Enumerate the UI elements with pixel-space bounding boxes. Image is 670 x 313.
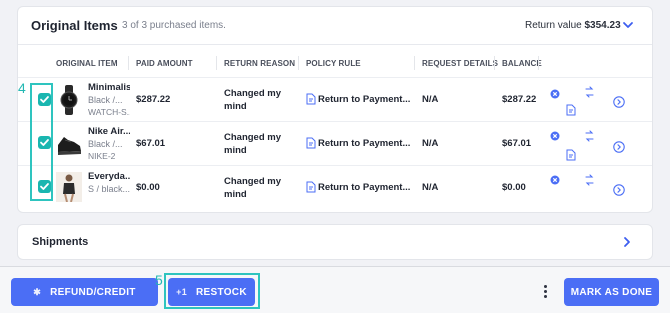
column-separator — [216, 56, 217, 70]
policy-rule-link[interactable]: Return to Payment... — [318, 138, 410, 149]
product-thumbnail-sneaker — [58, 137, 81, 155]
chevron-down-icon[interactable] — [620, 17, 636, 33]
product-thumbnail-watch — [60, 85, 78, 115]
return-value-amount: $354.23 — [584, 20, 621, 31]
refund-credit-button[interactable]: ✱ REFUND/CREDIT — [11, 278, 158, 306]
table-row: Nike Air... Black /... NIKE-2 $67.01 Cha… — [18, 122, 652, 166]
remove-x-icon[interactable] — [550, 175, 560, 185]
shipments-title: Shipments — [32, 236, 89, 248]
return-reason-line: mind — [224, 189, 247, 200]
return-value: Return value $354.23 — [525, 20, 621, 31]
refund-credit-label: REFUND/CREDIT — [50, 286, 136, 298]
mark-as-done-button[interactable]: MARK AS DONE — [564, 278, 659, 306]
policy-document-icon — [306, 137, 316, 149]
refund-icon: ✱ — [33, 286, 42, 297]
column-header-return-reason: RETURN REASON — [224, 59, 296, 68]
policy-document-icon — [306, 93, 316, 105]
arrow-circle-right-icon[interactable] — [613, 141, 625, 153]
policy-rule-link[interactable]: Return to Payment... — [318, 94, 410, 105]
column-header-policy-rule: POLICY RULE — [306, 59, 361, 68]
item-sku: WATCH-S... — [88, 107, 130, 117]
policy-document-icon[interactable] — [566, 104, 576, 116]
original-items-header[interactable]: Original Items 3 of 3 purchased items. R… — [18, 7, 652, 45]
original-items-title: Original Items — [31, 18, 118, 33]
original-items-card: Original Items 3 of 3 purchased items. R… — [17, 6, 653, 213]
arrow-circle-right-icon[interactable] — [613, 96, 625, 108]
shipments-card[interactable]: Shipments — [17, 224, 653, 260]
return-reason-line: mind — [224, 145, 247, 156]
return-value-label: Return value — [525, 20, 582, 31]
return-reason-line: Changed my — [224, 176, 282, 187]
return-reason-line: mind — [224, 101, 247, 112]
chevron-right-icon[interactable] — [620, 235, 634, 249]
mark-as-done-label: MARK AS DONE — [570, 286, 653, 298]
item-sku: NIKE-2 — [88, 151, 116, 161]
column-header-original-item: ORIGINAL ITEM — [56, 59, 118, 68]
annotation-label: 4 — [18, 80, 26, 96]
policy-rule-link[interactable]: Return to Payment... — [318, 182, 410, 193]
original-items-subtitle: 3 of 3 purchased items. — [122, 20, 226, 31]
column-separator — [414, 56, 415, 70]
paid-amount: $287.22 — [136, 94, 171, 105]
column-header-paid-amount: PAID AMOUNT — [136, 59, 193, 68]
return-reason: Changed my mind — [224, 131, 281, 157]
exchange-icon[interactable] — [584, 130, 595, 142]
policy-document-icon[interactable] — [566, 149, 576, 161]
restock-button-highlight — [164, 273, 260, 309]
request-details: N/A — [422, 138, 439, 149]
column-separator — [494, 56, 495, 70]
exchange-icon[interactable] — [584, 174, 595, 186]
paid-amount: $0.00 — [136, 182, 160, 193]
balance: $67.01 — [502, 138, 532, 149]
request-details: N/A — [422, 182, 439, 193]
column-separator — [538, 56, 539, 70]
product-thumbnail-apparel — [56, 172, 82, 202]
table-row: Everyda... S / black... $0.00 Changed my… — [18, 166, 652, 210]
item-variant: Black /... — [88, 139, 123, 149]
kebab-menu-icon[interactable] — [542, 285, 548, 301]
table-row: Minimalist Black /... WATCH-S... $287.22… — [18, 78, 652, 122]
request-details: N/A — [422, 94, 439, 105]
remove-x-icon[interactable] — [550, 131, 560, 141]
policy-document-icon — [306, 181, 316, 193]
column-separator — [128, 56, 129, 70]
column-header-request-details: REQUEST DETAILS — [422, 59, 499, 68]
balance: $0.00 — [502, 182, 526, 193]
return-reason: Changed my mind — [224, 87, 281, 113]
exchange-icon[interactable] — [584, 86, 595, 98]
action-footer: ✱ REFUND/CREDIT +1 RESTOCK 5 MARK AS DON… — [0, 266, 670, 313]
paid-amount: $67.01 — [136, 138, 166, 149]
arrow-circle-right-icon[interactable] — [613, 184, 625, 196]
item-variant: S / black... — [88, 184, 130, 194]
balance: $287.22 — [502, 94, 537, 105]
return-reason-line: Changed my — [224, 132, 282, 143]
column-separator — [298, 56, 299, 70]
return-reason-line: Changed my — [224, 88, 282, 99]
item-name[interactable]: Everyda... — [88, 171, 130, 182]
item-name[interactable]: Nike Air... — [88, 126, 130, 137]
annotation-label: 5 — [155, 272, 163, 288]
item-name[interactable]: Minimalist — [88, 82, 130, 93]
item-variant: Black /... — [88, 95, 123, 105]
remove-x-icon[interactable] — [550, 89, 560, 99]
return-reason: Changed my mind — [224, 175, 281, 201]
column-header-balance: BALANCE — [502, 59, 542, 68]
checkbox-column-highlight — [30, 83, 53, 201]
